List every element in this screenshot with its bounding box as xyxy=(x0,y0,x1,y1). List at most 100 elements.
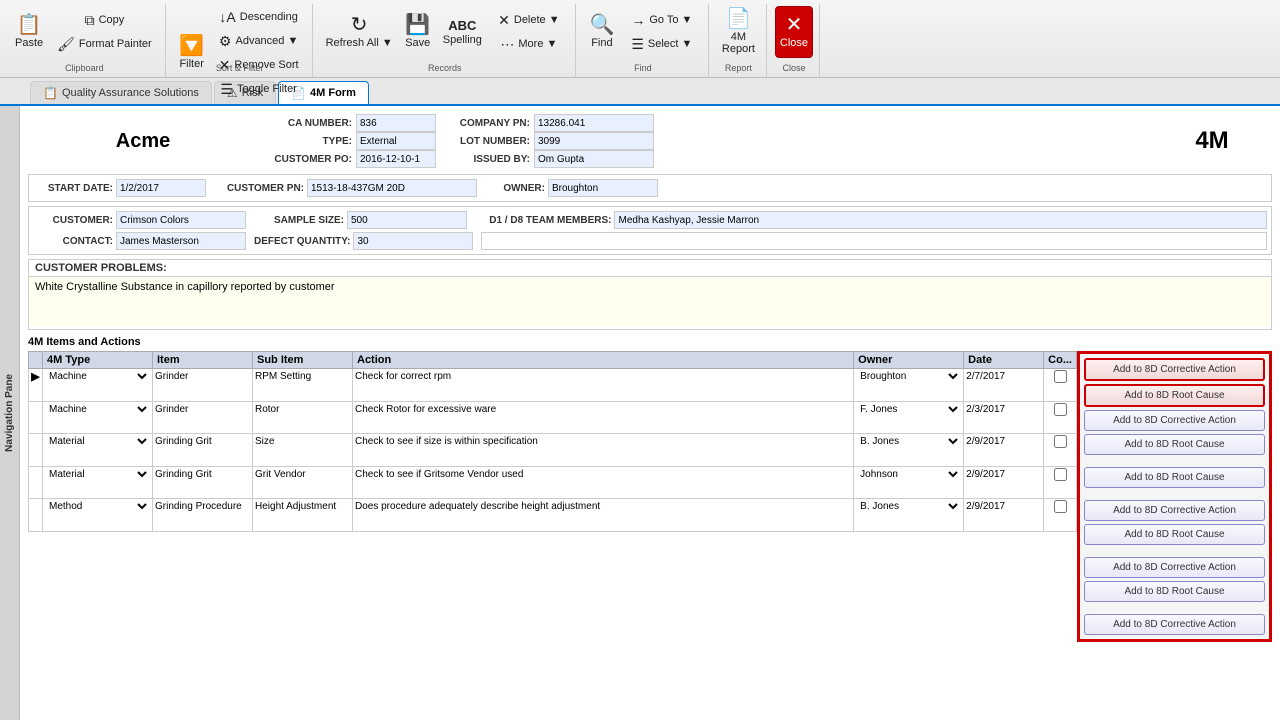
add-root-btn-3[interactable]: Add to 8D Root Cause xyxy=(1084,467,1265,488)
row-3-item-input[interactable] xyxy=(155,436,250,447)
format-painter-button[interactable]: 🖌 Format Painter xyxy=(50,33,159,55)
type-input[interactable] xyxy=(356,132,436,150)
row-5-owner-select[interactable]: B. Jones xyxy=(856,500,961,513)
issued-by-input[interactable] xyxy=(534,150,654,168)
row-4-sub-item[interactable] xyxy=(253,466,353,485)
row-4-type[interactable]: Material Machine Method xyxy=(43,466,153,485)
row-5-action-input[interactable] xyxy=(355,501,851,512)
row-4-date-input[interactable] xyxy=(966,469,1041,480)
row-1-action[interactable] xyxy=(353,369,854,388)
descending-button[interactable]: ↓A Descending xyxy=(212,6,306,28)
row-2-owner[interactable]: F. Jones xyxy=(854,401,964,420)
row-3-checkbox[interactable] xyxy=(1054,435,1067,448)
add-corrective-btn-2[interactable]: Add to 8D Corrective Action xyxy=(1084,410,1265,431)
row-1-item-input[interactable] xyxy=(155,371,250,382)
row-2-item[interactable] xyxy=(153,401,253,420)
customer-po-input[interactable] xyxy=(356,150,436,168)
row-1-type-select[interactable]: Machine Material Method Man xyxy=(45,370,150,383)
row-3-sub-input[interactable] xyxy=(255,436,350,447)
row-2-type-select[interactable]: Machine Material Method xyxy=(45,403,150,416)
row-3-item[interactable] xyxy=(153,434,253,453)
row-1-item[interactable] xyxy=(153,369,253,388)
row-2-sub-item[interactable] xyxy=(253,401,353,420)
row-5-item[interactable] xyxy=(153,499,253,518)
row-1-date-input[interactable] xyxy=(966,371,1041,382)
copy-button[interactable]: ⧉ Copy xyxy=(50,9,159,31)
row-4-checkbox[interactable] xyxy=(1054,468,1067,481)
row-1-action-input[interactable] xyxy=(355,371,851,382)
row-2-owner-select[interactable]: F. Jones xyxy=(856,403,961,416)
row-5-type[interactable]: Method Machine Material xyxy=(43,499,153,518)
find-button[interactable]: 🔍 Find xyxy=(584,6,620,58)
row-4-check[interactable] xyxy=(1044,466,1077,485)
row-3-check[interactable] xyxy=(1044,434,1077,453)
row-4-action-input[interactable] xyxy=(355,469,851,480)
row-1-sub-item[interactable] xyxy=(253,369,353,388)
sample-size-input[interactable] xyxy=(347,211,467,229)
spelling-button[interactable]: ABC Spelling xyxy=(438,6,487,58)
defect-qty-input[interactable] xyxy=(353,232,473,250)
row-3-date[interactable] xyxy=(964,434,1044,453)
row-4-date[interactable] xyxy=(964,466,1044,485)
row-5-owner[interactable]: B. Jones xyxy=(854,499,964,518)
company-pn-input[interactable] xyxy=(534,114,654,132)
row-3-owner-select[interactable]: B. Jones xyxy=(856,435,961,448)
row-5-item-input[interactable] xyxy=(155,501,250,512)
row-3-action[interactable] xyxy=(353,434,854,453)
row-4-action[interactable] xyxy=(353,466,854,485)
row-2-sub-input[interactable] xyxy=(255,404,350,415)
add-corrective-btn-4[interactable]: Add to 8D Corrective Action xyxy=(1084,557,1265,578)
ca-number-input[interactable] xyxy=(356,114,436,132)
row-5-check[interactable] xyxy=(1044,499,1077,518)
row-1-owner[interactable]: Broughton xyxy=(854,369,964,388)
delete-button[interactable]: ✕ Delete ▼ xyxy=(489,9,569,31)
lot-number-input[interactable] xyxy=(534,132,654,150)
owner-input[interactable] xyxy=(548,179,658,197)
row-3-owner[interactable]: B. Jones xyxy=(854,434,964,453)
row-4-owner-select[interactable]: Johnson xyxy=(856,468,961,481)
row-4-item[interactable] xyxy=(153,466,253,485)
add-root-btn-5[interactable]: Add to 8D Root Cause xyxy=(1084,581,1265,602)
select-button[interactable]: ☰ Select ▼ xyxy=(622,33,702,55)
row-3-action-input[interactable] xyxy=(355,436,851,447)
row-1-sub-input[interactable] xyxy=(255,371,350,382)
paste-button[interactable]: 📋 Paste xyxy=(10,6,48,58)
row-2-action[interactable] xyxy=(353,401,854,420)
add-root-btn-1[interactable]: Add to 8D Root Cause xyxy=(1084,384,1265,407)
row-4-type-select[interactable]: Material Machine Method xyxy=(45,468,150,481)
row-1-owner-select[interactable]: Broughton xyxy=(856,370,961,383)
row-2-date-input[interactable] xyxy=(966,404,1041,415)
navigation-pane[interactable]: Navigation Pane xyxy=(0,106,20,720)
row-5-action[interactable] xyxy=(353,499,854,518)
row-4-sub-input[interactable] xyxy=(255,469,350,480)
refresh-all-button[interactable]: ↻ Refresh All ▼ xyxy=(321,6,398,58)
go-to-button[interactable]: → Go To ▼ xyxy=(622,9,702,31)
row-1-check[interactable] xyxy=(1044,369,1077,388)
row-5-sub-item[interactable] xyxy=(253,499,353,518)
row-5-date-input[interactable] xyxy=(966,501,1041,512)
more-button[interactable]: ⋯ More ▼ xyxy=(489,33,569,55)
customer-pn-input[interactable] xyxy=(307,179,477,197)
contact-input[interactable] xyxy=(116,232,246,250)
d1d8-input[interactable] xyxy=(614,211,1267,229)
row-3-sub-item[interactable] xyxy=(253,434,353,453)
row-3-date-input[interactable] xyxy=(966,436,1041,447)
row-2-action-input[interactable] xyxy=(355,404,851,415)
row-2-type[interactable]: Machine Material Method xyxy=(43,401,153,420)
4m-report-button[interactable]: 📄 4MReport xyxy=(717,6,760,58)
row-2-date[interactable] xyxy=(964,401,1044,420)
close-button[interactable]: ✕ Close xyxy=(775,6,813,58)
row-4-item-input[interactable] xyxy=(155,469,250,480)
row-3-type[interactable]: Material Machine Method xyxy=(43,434,153,453)
row-5-checkbox[interactable] xyxy=(1054,500,1067,513)
problems-textarea[interactable]: White Crystalline Substance in capillory… xyxy=(29,276,1271,326)
row-2-checkbox[interactable] xyxy=(1054,403,1067,416)
save-button[interactable]: 💾 Save xyxy=(400,6,436,58)
row-1-checkbox[interactable] xyxy=(1054,370,1067,383)
add-corrective-btn-3[interactable]: Add to 8D Corrective Action xyxy=(1084,500,1265,521)
add-root-btn-4[interactable]: Add to 8D Root Cause xyxy=(1084,524,1265,545)
row-5-type-select[interactable]: Method Machine Material xyxy=(45,500,150,513)
row-5-date[interactable] xyxy=(964,499,1044,518)
add-corrective-btn-5[interactable]: Add to 8D Corrective Action xyxy=(1084,614,1265,635)
row-1-type[interactable]: Machine Material Method Man xyxy=(43,369,153,388)
